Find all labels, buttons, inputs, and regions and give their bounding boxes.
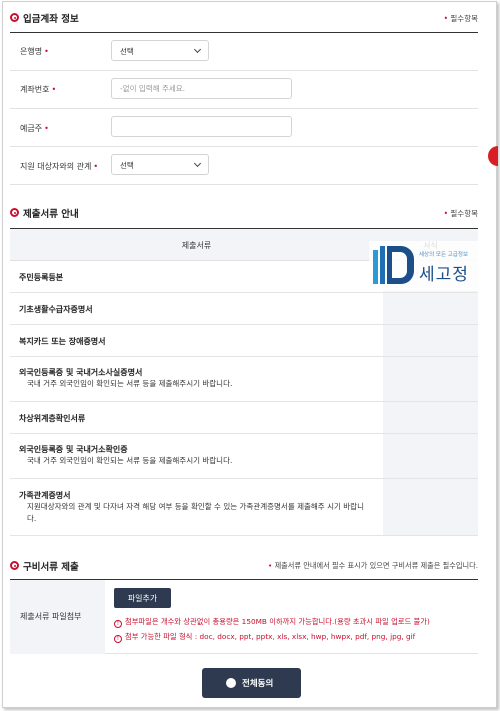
- document-description: 지원대상자와의 관계 및 다자녀 자격 해당 여부 등을 확인할 수 있는 가족…: [27, 502, 364, 523]
- document-name: 주민등록등본: [19, 273, 64, 282]
- size-notice: ! 첨부파일은 개수와 상관없이 총용량은 150MB 이하까지 가능합니다.(용…: [114, 617, 430, 628]
- watermark-slogan: 세상의 모든 고급정보: [419, 252, 469, 258]
- relation-label: 지원 대상자와의 관계 •: [20, 162, 99, 171]
- circle-check-icon: [226, 678, 236, 688]
- account-section-header: 입금계좌 정보 • 필수항목: [10, 10, 478, 26]
- form-cell: [383, 325, 478, 356]
- watermark-logo: 세상의 모든 고급정보 세고정: [369, 241, 481, 291]
- attachment-note: • 제출서류 안내에서 필수 표시가 있으면 구비서류 제출은 필수입니다.: [268, 561, 478, 570]
- bank-row: 은행명 • 선택: [10, 33, 478, 71]
- alert-icon: !: [114, 635, 122, 643]
- document-name: 외국인등록증 및 국내거소사실증명서: [19, 368, 143, 377]
- column-header: 제출서류: [181, 241, 212, 250]
- table-row: 외국인등록증 및 국내거소확인증 국내 거주 외국인임이 확인되는 서류 등을 …: [10, 434, 478, 479]
- documents-section-header: 제출서류 안내 • 필수항목: [10, 205, 478, 221]
- bullet-icon: [10, 13, 19, 22]
- chevron-down-icon: [193, 159, 202, 168]
- table-row: 차상위계층확인서류: [10, 402, 478, 434]
- document-description: 국내 거주 외국인임이 확인되는 서류 등을 제출해주시기 바랍니다.: [27, 456, 233, 465]
- table-row: 복지카드 또는 장애증명서: [10, 325, 478, 357]
- account-number-row: 계좌번호 •: [10, 71, 478, 109]
- holder-input[interactable]: [111, 116, 292, 137]
- holder-label: 예금주 •: [20, 124, 49, 133]
- table-row: 기초생활수급자증명서: [10, 293, 478, 325]
- table-row: 가족관계증명서 지원대상자와의 관계 및 다자녀 자격 해당 여부 등을 확인할…: [10, 479, 478, 536]
- holder-row: 예금주 •: [10, 109, 478, 147]
- bank-select[interactable]: 선택: [111, 40, 209, 61]
- upload-area: 제출서류 파일첨부 파일추가 ! 첨부파일은 개수와 상관없이 총용량은 150M…: [10, 580, 478, 654]
- alert-icon: !: [114, 620, 122, 628]
- add-file-button[interactable]: 파일추가: [114, 588, 171, 608]
- form-cell: [383, 357, 478, 401]
- bullet-icon: [10, 208, 19, 217]
- upload-label-cell: 제출서류 파일첨부: [10, 580, 105, 654]
- document-name: 가족관계증명서: [19, 491, 71, 500]
- account-number-label: 계좌번호 •: [20, 85, 57, 94]
- chevron-down-icon: [193, 45, 202, 54]
- required-note: • 필수항목: [443, 14, 478, 23]
- format-notice: ! 첨부 가능한 파일 형식 : doc, docx, ppt, pptx, xl…: [114, 632, 415, 643]
- bank-label: 은행명 •: [20, 47, 49, 56]
- account-number-input[interactable]: [111, 78, 292, 99]
- upload-label: 제출서류 파일첨부: [20, 612, 82, 621]
- attachments-section-header: 구비서류 제출 • 제출서류 안내에서 필수 표시가 있으면 구비서류 제출은 …: [10, 558, 478, 574]
- form-cell: [383, 293, 478, 324]
- agree-all-label: 전체동의: [242, 679, 274, 689]
- watermark-brand: 세고정: [419, 265, 469, 285]
- agree-all-button[interactable]: 전체동의: [202, 668, 301, 698]
- section-title: 입금계좌 정보: [23, 14, 79, 25]
- document-description: 국내 거주 외국인임이 확인되는 서류 등을 제출해주시기 바랍니다.: [27, 379, 233, 388]
- form-cell: [383, 479, 478, 535]
- document-name: 외국인등록증 및 국내거소확인증: [19, 445, 128, 454]
- form-cell: [383, 402, 478, 433]
- form-cell: [383, 434, 478, 478]
- table-row: 외국인등록증 및 국내거소사실증명서 국내 거주 외국인임이 확인되는 서류 등…: [10, 357, 478, 402]
- section-title: 제출서류 안내: [23, 209, 79, 220]
- relation-select-value: 선택: [120, 161, 134, 170]
- bullet-icon: [10, 561, 19, 570]
- document-name: 차상위계층확인서류: [19, 414, 86, 423]
- relation-select[interactable]: 선택: [111, 154, 209, 175]
- relation-row: 지원 대상자와의 관계 • 선택: [10, 147, 478, 185]
- logo-bars-icon: [373, 246, 414, 284]
- section-title: 구비서류 제출: [23, 562, 79, 573]
- bank-select-value: 선택: [120, 47, 134, 56]
- document-name: 복지카드 또는 장애증명서: [19, 337, 106, 346]
- document-name: 기초생활수급자증명서: [19, 305, 93, 314]
- required-note: • 필수항목: [443, 209, 478, 218]
